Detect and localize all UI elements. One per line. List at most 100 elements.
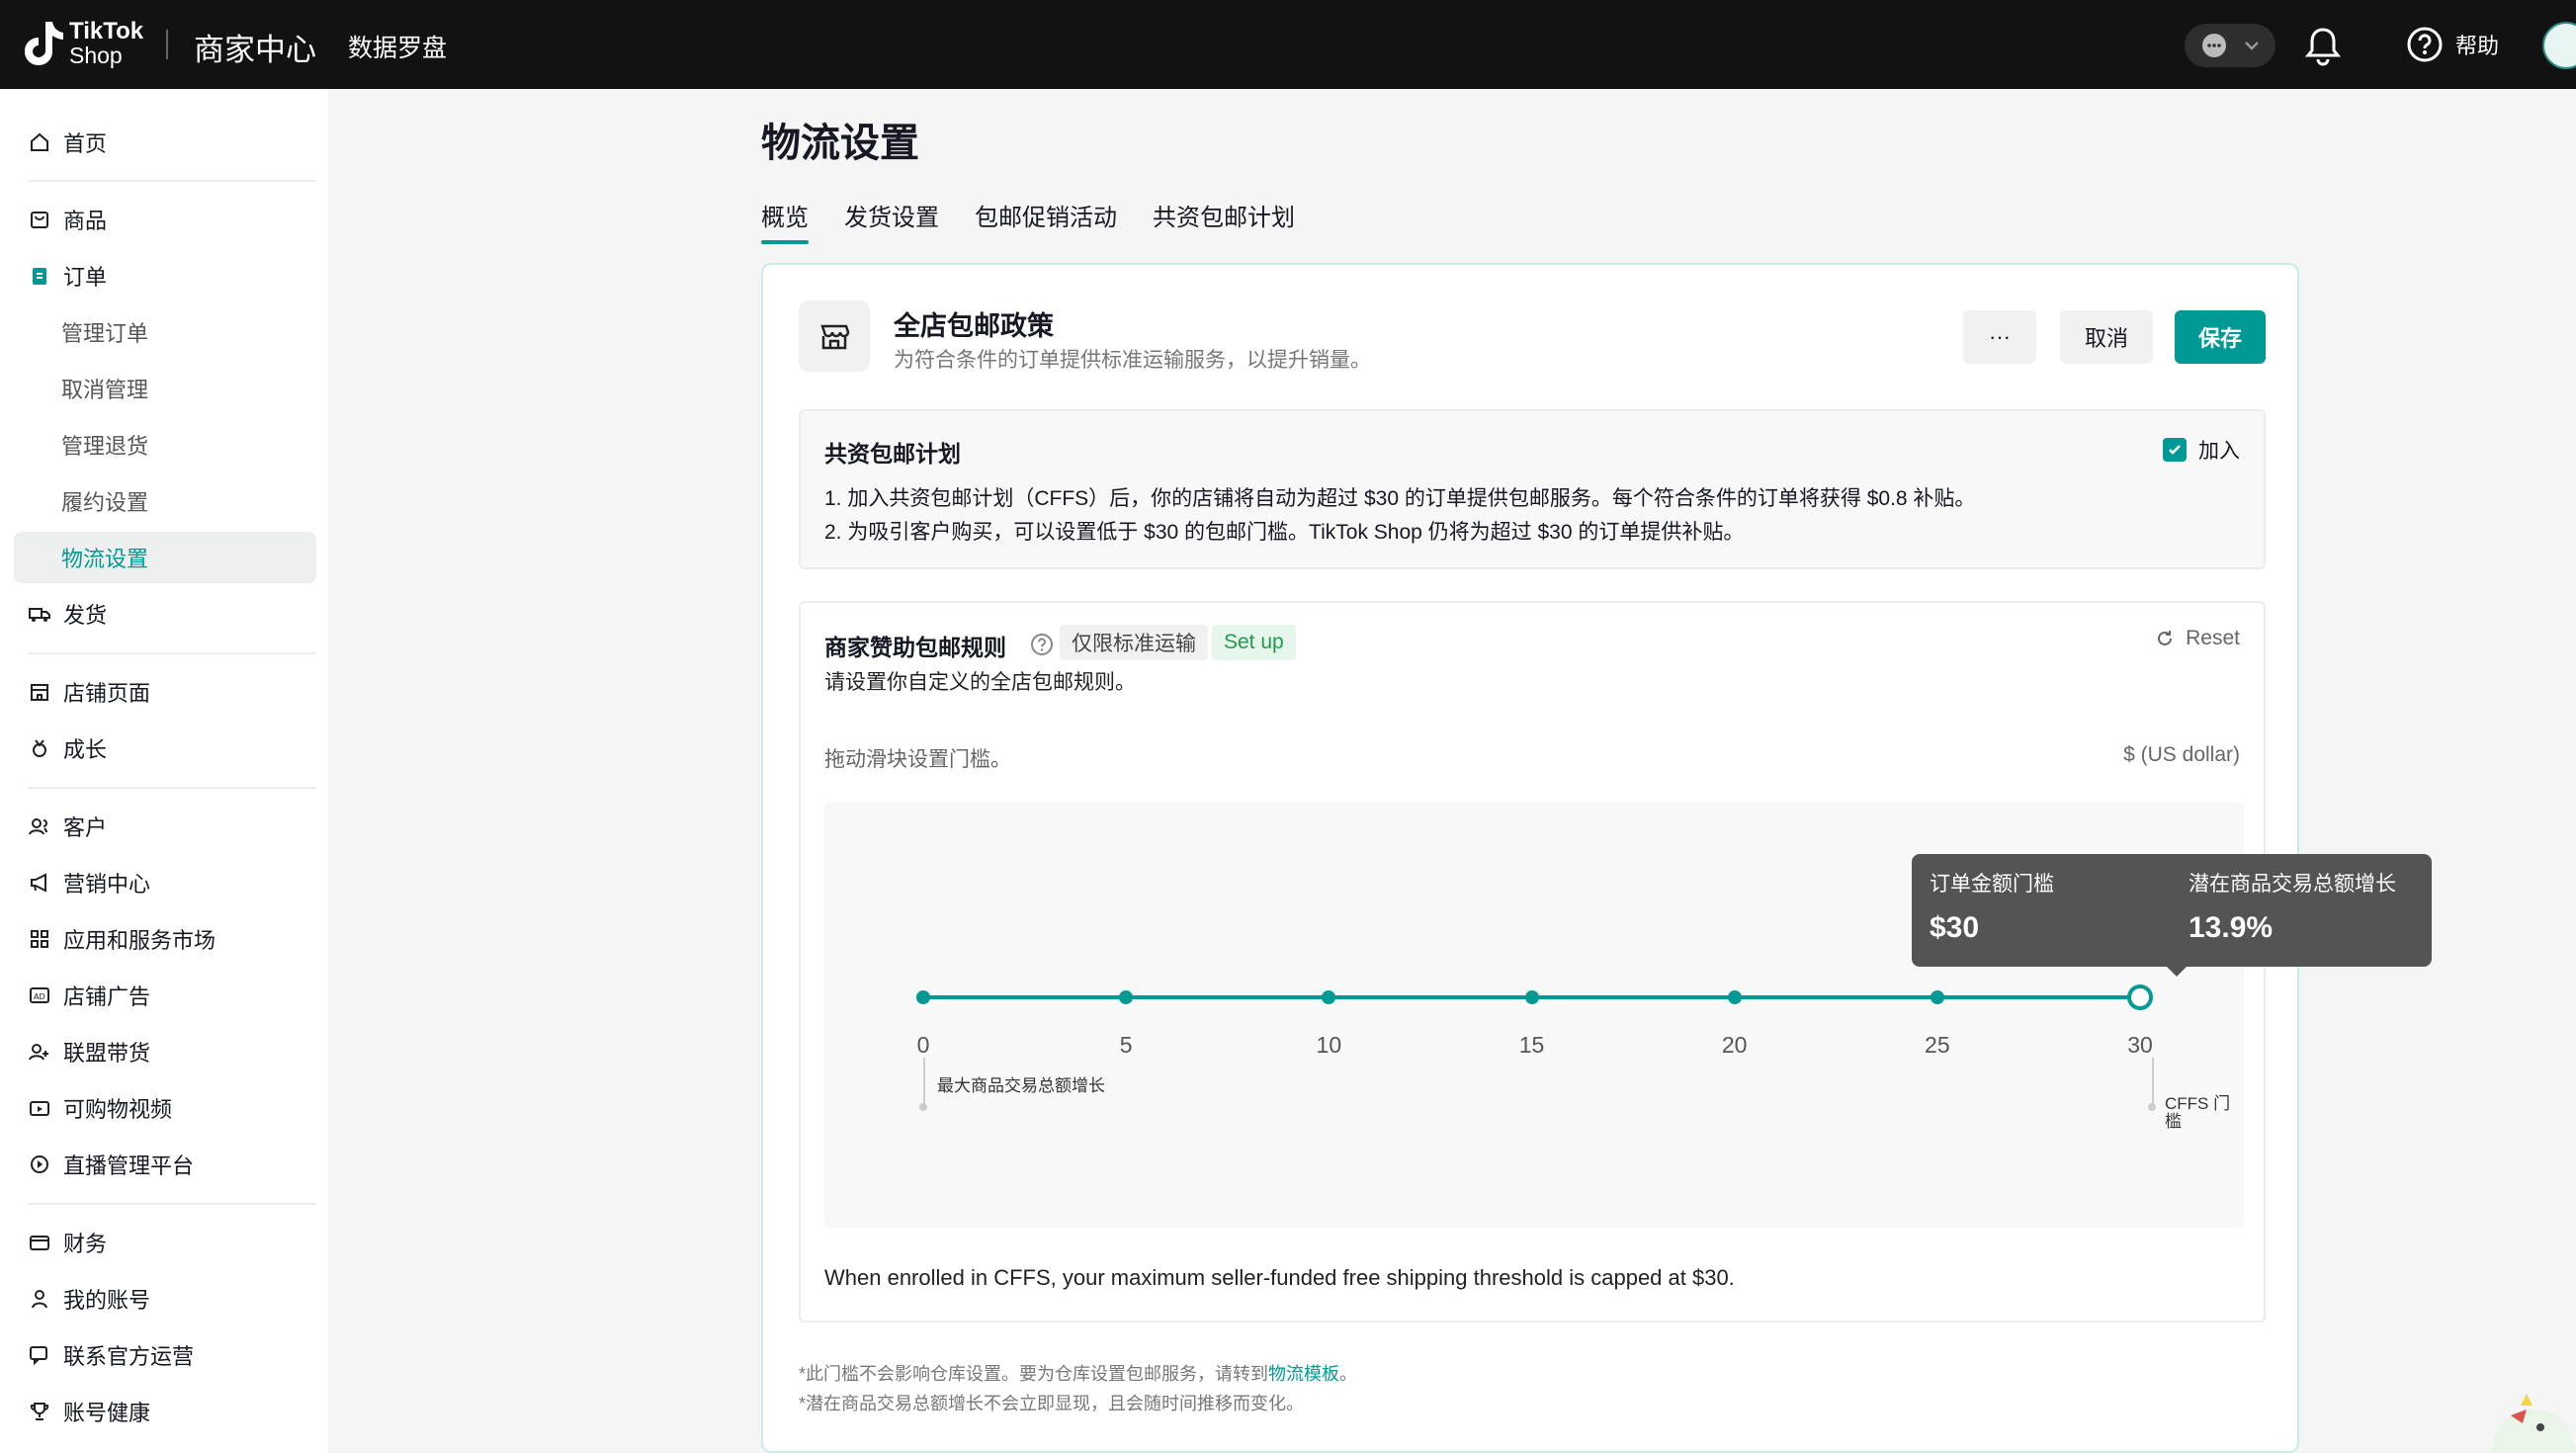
slider-tick[interactable] xyxy=(1524,990,1539,1004)
slider-tick-label: 0 xyxy=(916,1032,930,1058)
sidebar-item-home[interactable]: 首页 xyxy=(14,117,316,168)
sidebar-divider xyxy=(28,180,316,182)
medal-icon xyxy=(26,734,53,762)
sidebar-item-finance[interactable]: 财务 xyxy=(14,1217,316,1268)
ad-icon: AD xyxy=(26,982,53,1009)
sidebar-item-label: 联盟带货 xyxy=(63,1041,151,1066)
slider-tick[interactable] xyxy=(1119,990,1134,1004)
sidebar-item-label: 店铺页面 xyxy=(63,681,151,706)
threshold-value: $30 xyxy=(1930,911,1980,944)
apps-grid-icon xyxy=(26,925,53,953)
sidebar-item-account[interactable]: 我的账号 xyxy=(14,1273,316,1325)
assistant-mascot-icon[interactable] xyxy=(2481,1376,2576,1453)
sidebar-item-ads[interactable]: AD 店铺广告 xyxy=(14,970,316,1021)
sidebar-item-growth[interactable]: 成长 xyxy=(14,723,316,774)
join-label: 加入 xyxy=(2198,440,2240,463)
policy-title: 全店包邮政策 xyxy=(894,311,1054,341)
tiktok-note-icon xyxy=(25,22,63,65)
tab-cffs-program[interactable]: 共资包邮计划 xyxy=(1153,198,1295,244)
sidebar-item-products[interactable]: 商品 xyxy=(14,194,316,245)
sidebar-item-manage-returns[interactable]: 管理退货 xyxy=(14,419,316,470)
cancel-button[interactable]: 取消 xyxy=(2060,310,2153,364)
question-circle-icon[interactable] xyxy=(1030,633,1054,656)
tab-overview[interactable]: 概览 xyxy=(761,198,809,244)
right-marker-dot xyxy=(2148,1103,2156,1111)
free-shipping-policy-card: 全店包邮政策 为符合条件的订单提供标准运输服务，以提升销量。 ··· 取消 保存… xyxy=(761,263,2432,1453)
sidebar-item-label: 发货 xyxy=(63,603,108,628)
sidebar-item-label: 店铺广告 xyxy=(63,984,151,1009)
sidebar-item-label: 可购物视频 xyxy=(63,1097,173,1122)
slider-tick-label: 25 xyxy=(1925,1032,1950,1058)
gmv-growth-label: 潜在商品交易总额增长 xyxy=(2189,873,2396,896)
delivery-truck-icon xyxy=(26,600,53,628)
currency-unit: $ (US dollar) xyxy=(2123,743,2240,766)
slider-tick[interactable] xyxy=(1727,990,1742,1004)
sidebar-item-live[interactable]: 直播管理平台 xyxy=(14,1139,316,1190)
sidebar-divider xyxy=(28,787,316,789)
user-icon xyxy=(26,1285,53,1313)
sidebar-item-manage-orders[interactable]: 管理订单 xyxy=(14,306,316,358)
sidebar-item-shipping[interactable]: 发货 xyxy=(14,588,316,640)
join-checkbox[interactable]: 加入 xyxy=(2163,435,2240,465)
max-gmv-growth-marker: 最大商品交易总额增长 xyxy=(937,1076,1105,1095)
bell-icon[interactable] xyxy=(2303,24,2343,67)
top-bar: TikTok Shop 商家中心 数据罗盘 帮助 xyxy=(0,0,2576,89)
footnote-gmv: *潜在商品交易总额增长不会立即显现，且会随时间推移而变化。 xyxy=(799,1394,1305,1413)
data-compass-link[interactable]: 数据罗盘 xyxy=(348,29,447,64)
tab-shipping-settings[interactable]: 发货设置 xyxy=(844,198,939,244)
footnote-suffix: 。 xyxy=(1339,1364,1358,1384)
sidebar-item-label: 应用和服务市场 xyxy=(63,928,216,953)
tab-free-shipping-promo[interactable]: 包邮促销活动 xyxy=(975,198,1117,244)
left-marker-dot xyxy=(919,1103,927,1111)
standard-shipping-tag: 仅限标准运输 xyxy=(1060,625,1208,660)
brand-title[interactable]: 商家中心 xyxy=(194,25,316,69)
slider-tick[interactable] xyxy=(916,990,930,1004)
store-icon xyxy=(26,678,53,706)
rule-subtitle: 请设置你自定义的全店包邮规则。 xyxy=(824,671,1136,694)
sidebar-item-health[interactable]: 账号健康 xyxy=(14,1386,316,1437)
cffs-info-box: 共资包邮计划 加入 1. 加入共资包邮计划（CFFS）后，你的店铺将自动为超过 … xyxy=(799,409,2266,569)
sidebar-item-contact[interactable]: 联系官方运营 xyxy=(14,1329,316,1381)
reset-button[interactable]: Reset xyxy=(2154,627,2240,650)
sidebar-item-marketing[interactable]: 营销中心 xyxy=(14,857,316,908)
chat-dropdown[interactable] xyxy=(2185,24,2275,67)
user-avatar[interactable] xyxy=(2542,22,2576,69)
slider-tick-label: 20 xyxy=(1721,1032,1748,1058)
logistics-template-link[interactable]: 物流模板 xyxy=(1268,1364,1339,1384)
wallet-icon xyxy=(26,1229,53,1256)
tab-bar: 概览 发货设置 包邮促销活动 共资包邮计划 xyxy=(761,198,1295,244)
cffs-line-1: 1. 加入共资包邮计划（CFFS）后，你的店铺将自动为超过 $30 的订单提供包… xyxy=(824,487,1976,510)
sidebar-item-shoppable-video[interactable]: 可购物视频 xyxy=(14,1082,316,1134)
policy-subtitle: 为符合条件的订单提供标准运输服务，以提升销量。 xyxy=(894,349,1371,372)
sidebar-item-label: 账号健康 xyxy=(63,1401,151,1425)
help-label: 帮助 xyxy=(2455,34,2500,58)
sidebar-item-fulfillment-settings[interactable]: 履约设置 xyxy=(14,475,316,527)
slider-tick-label: 15 xyxy=(1518,1032,1545,1058)
more-options-button[interactable]: ··· xyxy=(1963,310,2036,364)
product-bag-icon xyxy=(26,206,53,233)
sidebar-item-cancel-management[interactable]: 取消管理 xyxy=(14,363,316,414)
slider-tick[interactable] xyxy=(1322,990,1336,1004)
help-button[interactable]: 帮助 xyxy=(2406,26,2499,63)
sidebar-item-apps[interactable]: 应用和服务市场 xyxy=(14,913,316,965)
sidebar-item-label: 财务 xyxy=(63,1232,108,1256)
footnote-warehouse: *此门槛不会影响仓库设置。要为仓库设置包邮服务，请转到物流模板。 xyxy=(799,1360,1357,1386)
sidebar-item-label: 直播管理平台 xyxy=(63,1154,195,1178)
refresh-icon xyxy=(2158,631,2173,645)
slider-thumb[interactable] xyxy=(2127,984,2153,1010)
order-clipboard-icon xyxy=(26,262,53,290)
sidebar-item-customers[interactable]: 客户 xyxy=(14,801,316,852)
sidebar-item-label: 成长 xyxy=(63,737,108,762)
footnote-prefix: *此门槛不会影响仓库设置。要为仓库设置包邮服务，请转到 xyxy=(799,1364,1269,1384)
sidebar-item-store-page[interactable]: 店铺页面 xyxy=(14,666,316,718)
sidebar-item-label: 联系官方运营 xyxy=(63,1344,195,1369)
sidebar-item-orders[interactable]: 订单 xyxy=(14,250,316,301)
slider-tick[interactable] xyxy=(1930,990,1944,1004)
sidebar-item-logistics-settings[interactable]: 物流设置 xyxy=(14,532,316,583)
left-marker-line xyxy=(923,1058,925,1109)
tiktok-shop-logo[interactable]: TikTok Shop xyxy=(22,18,143,69)
sidebar-item-affiliate[interactable]: 联盟带货 xyxy=(14,1026,316,1077)
video-icon xyxy=(26,1094,53,1122)
save-button[interactable]: 保存 xyxy=(2175,310,2266,364)
sidebar-item-label: 首页 xyxy=(63,131,108,156)
